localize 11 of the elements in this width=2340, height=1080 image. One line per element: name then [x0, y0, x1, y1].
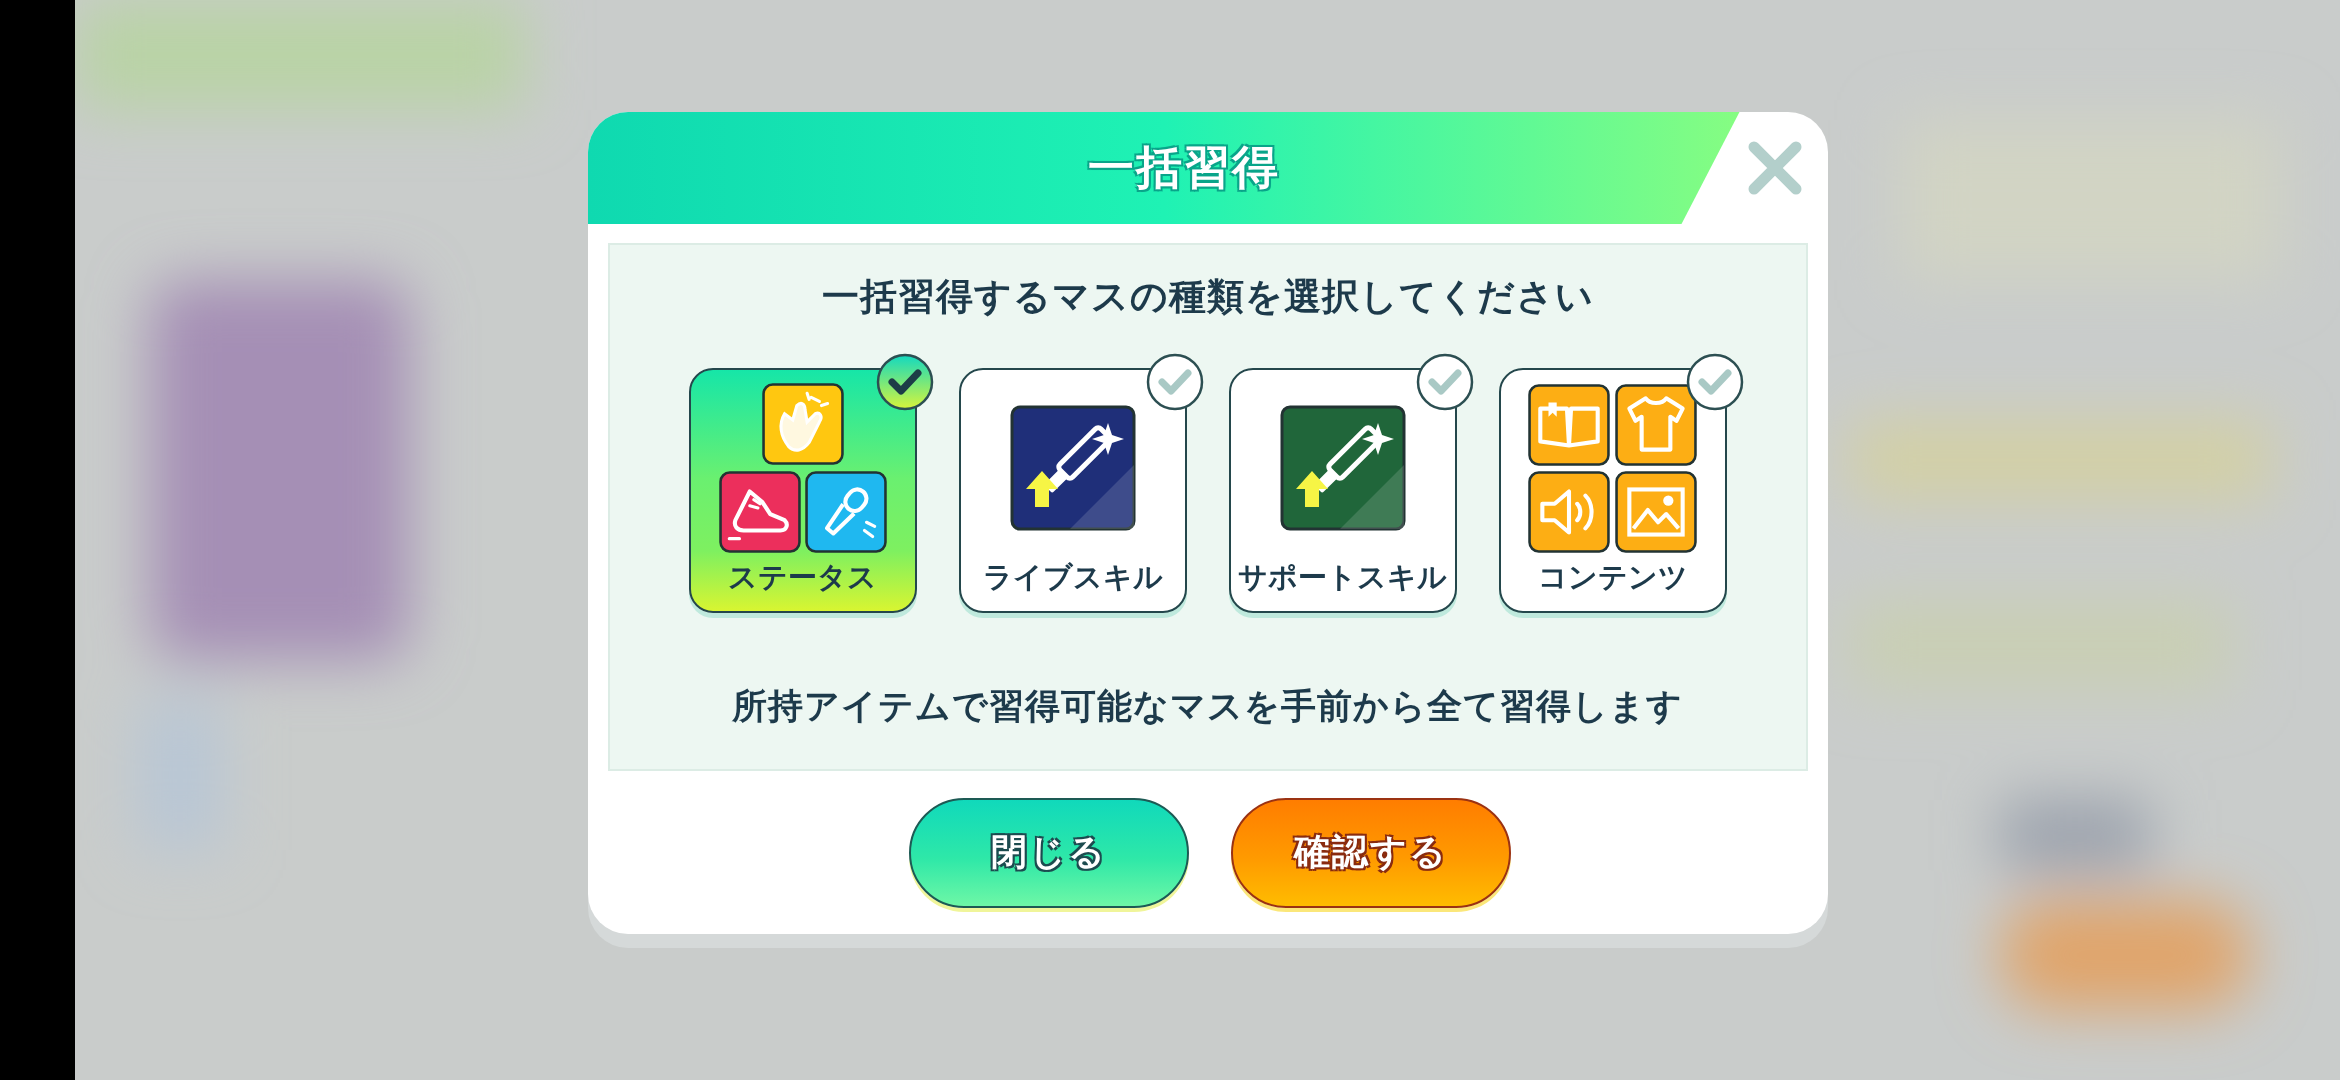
prompt-text: 一括習得するマスの種類を選択してください — [821, 274, 1594, 320]
dialog-title: 一括習得 — [1087, 139, 1280, 196]
lightstick-icon — [1009, 405, 1136, 531]
lightstick-icon — [1279, 405, 1406, 531]
speaker-icon — [1528, 470, 1610, 553]
shirt-icon — [1615, 383, 1697, 466]
sneaker-icon — [718, 471, 801, 553]
image-icon — [1615, 470, 1697, 553]
description-text: 所持アイテムで習得可能なマスを手前から全て習得します — [732, 685, 1683, 728]
microphone-icon — [804, 471, 887, 553]
book-icon — [1528, 383, 1610, 466]
